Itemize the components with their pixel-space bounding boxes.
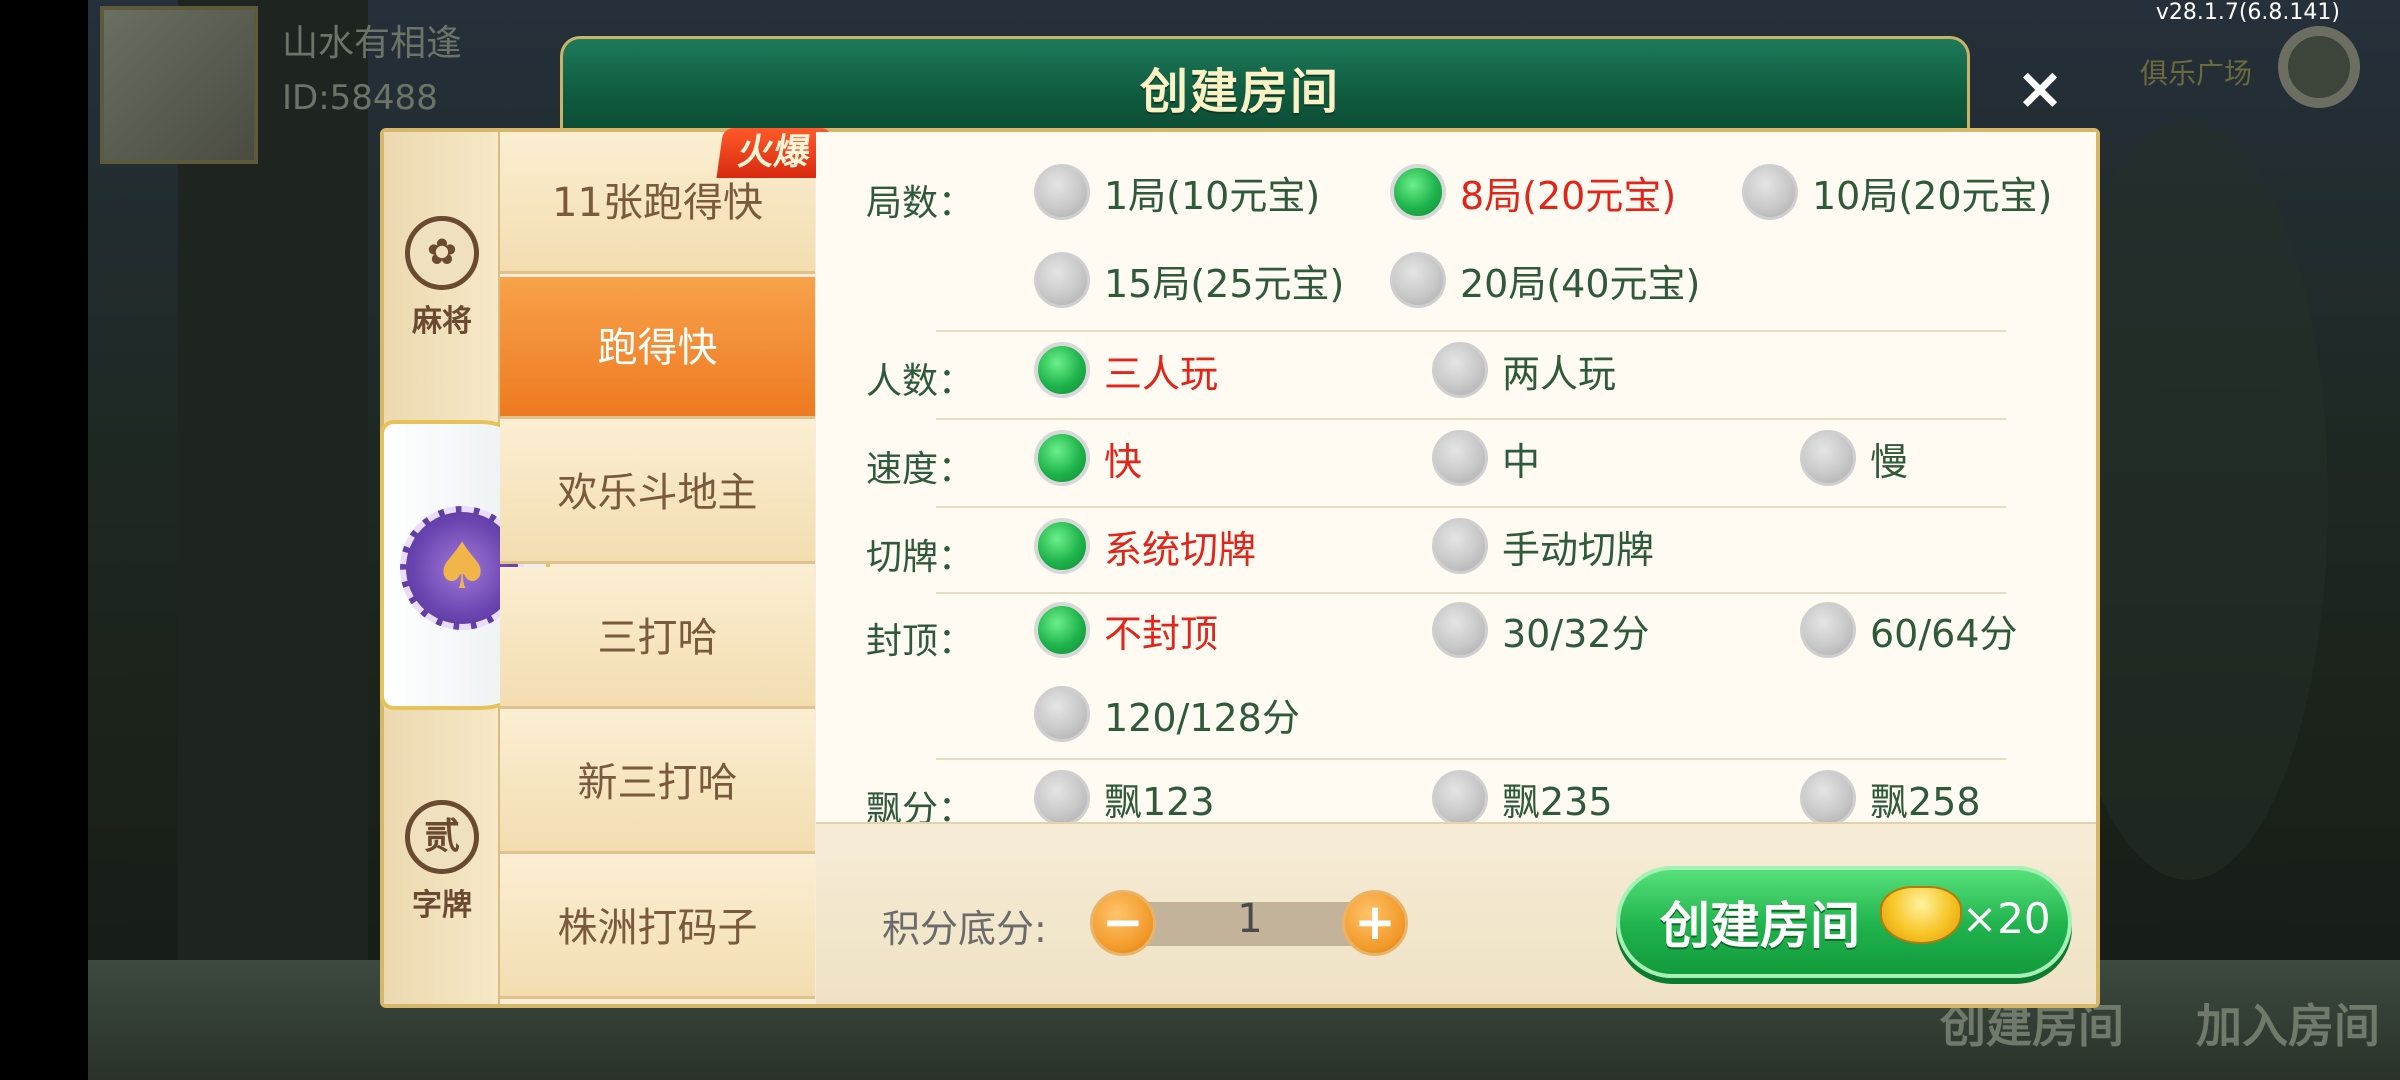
category-label: 字牌 <box>412 888 472 923</box>
option-text: 快 <box>1104 439 1143 484</box>
options-panel[interactable]: 局数： 1局(10元宝) 8局(20元宝) 10局(20元宝) 15局(25元宝… <box>816 132 2096 822</box>
option-text: 三人玩 <box>1104 351 1219 396</box>
players-label: 人数： <box>866 361 975 402</box>
option-speed-slow[interactable]: 慢 <box>1800 428 1908 488</box>
option-text: 飘123 <box>1104 779 1215 823</box>
option-rounds-15[interactable]: 15局(25元宝) <box>1034 250 1344 310</box>
option-piao-235[interactable]: 飘235 <box>1432 768 1613 822</box>
radio-button <box>1800 430 1856 486</box>
dialog-title: 创建房间 <box>1140 64 1341 120</box>
divider <box>936 418 2006 420</box>
radio-button-selected <box>1034 602 1090 658</box>
radio-button <box>1800 602 1856 658</box>
category-label: 麻将 <box>412 304 472 339</box>
avatar[interactable] <box>100 6 258 164</box>
speed-label: 速度： <box>866 449 975 490</box>
option-cut-manual[interactable]: 手动切牌 <box>1432 516 1654 576</box>
create-room-label: 创建房间 <box>1660 897 1860 955</box>
option-players-3[interactable]: 三人玩 <box>1034 340 1218 400</box>
option-text: 不封顶 <box>1104 611 1219 656</box>
option-text: 15局(25元宝) <box>1104 261 1345 306</box>
version-label: v28.1.7(6.8.141) <box>2155 0 2340 25</box>
game-item-sandaha[interactable]: 三打哈 <box>500 567 815 709</box>
divider <box>936 758 2006 760</box>
game-item-new-sandaha[interactable]: 新三打哈 <box>500 712 815 854</box>
divider <box>936 330 2006 332</box>
option-rounds-1[interactable]: 1局(10元宝) <box>1034 162 1320 222</box>
gold-ingot-icon <box>1880 886 1962 944</box>
option-text: 10局(20元宝) <box>1812 173 2053 218</box>
option-text: 两人玩 <box>1502 351 1617 396</box>
radio-button <box>1034 770 1090 822</box>
score-label: 积分底分: <box>882 907 1047 951</box>
player-id: ID:58488 <box>282 78 438 118</box>
game-item-zhuzhou-damazi[interactable]: 株洲打码子 <box>500 857 815 999</box>
option-piao-123[interactable]: 飘123 <box>1034 768 1215 822</box>
cost-label: ×20 <box>1962 894 2051 943</box>
option-speed-medium[interactable]: 中 <box>1432 428 1540 488</box>
option-text: 系统切牌 <box>1104 527 1257 572</box>
cut-label: 切牌： <box>866 537 975 578</box>
option-text: 30/32分 <box>1502 611 1650 656</box>
radio-button <box>1432 602 1488 658</box>
option-rounds-8[interactable]: 8局(20元宝) <box>1390 162 1676 222</box>
option-text: 飘235 <box>1502 779 1613 823</box>
option-text: 飘258 <box>1870 779 1981 823</box>
option-players-2[interactable]: 两人玩 <box>1432 340 1616 400</box>
option-piao-258[interactable]: 飘258 <box>1800 768 1981 822</box>
radio-button <box>1432 430 1488 486</box>
club-plaza-label: 俱乐广场 <box>2140 57 2253 90</box>
option-text: 1局(10元宝) <box>1104 173 1321 218</box>
option-text: 中 <box>1502 439 1541 484</box>
option-cap-none[interactable]: 不封顶 <box>1034 600 1218 660</box>
mahjong-icon: ✿ <box>405 216 479 290</box>
radio-button <box>1800 770 1856 822</box>
game-item-doudizhu[interactable]: 欢乐斗地主 <box>500 422 815 564</box>
option-cap-64[interactable]: 60/64分 <box>1800 600 2018 660</box>
radio-button-selected <box>1034 342 1090 398</box>
radio-button <box>1034 164 1090 220</box>
radio-button-selected <box>1034 430 1090 486</box>
close-button[interactable]: × <box>2010 58 2070 118</box>
radio-button-selected <box>1390 164 1446 220</box>
radio-button <box>1034 686 1090 742</box>
category-zipai[interactable]: 贰 字牌 <box>384 800 500 924</box>
gear-icon[interactable] <box>2278 26 2360 108</box>
option-text: 120/128分 <box>1104 695 1300 740</box>
game-list: 11张跑得快 跑得快 欢乐斗地主 三打哈 新三打哈 株洲打码子 <box>500 132 815 1004</box>
divider <box>936 506 2006 508</box>
zipai-icon: 贰 <box>405 800 479 874</box>
radio-button <box>1390 252 1446 308</box>
radio-button-selected <box>1034 518 1090 574</box>
radio-button <box>1432 770 1488 822</box>
option-cut-system[interactable]: 系统切牌 <box>1034 516 1256 576</box>
piao-label: 飘分： <box>866 789 975 822</box>
option-rounds-10[interactable]: 10局(20元宝) <box>1742 162 2052 222</box>
radio-button <box>1432 518 1488 574</box>
option-text: 手动切牌 <box>1502 527 1655 572</box>
divider <box>936 592 2006 594</box>
game-item-paodekuai[interactable]: 跑得快 <box>500 277 815 419</box>
bg-join-room-button[interactable]: 加入房间 <box>2196 990 2380 1056</box>
minus-button[interactable]: − <box>1090 890 1156 956</box>
radio-button <box>1432 342 1488 398</box>
option-text: 60/64分 <box>1870 611 2018 656</box>
score-value: 1 <box>1237 896 1263 942</box>
plus-button[interactable]: + <box>1342 890 1408 956</box>
hot-badge: 火爆 <box>716 128 832 178</box>
option-text: 8局(20元宝) <box>1460 173 1677 218</box>
cap-label: 封顶： <box>866 621 975 662</box>
option-cap-128[interactable]: 120/128分 <box>1034 684 1300 744</box>
option-text: 慢 <box>1870 439 1909 484</box>
option-speed-fast[interactable]: 快 <box>1034 428 1142 488</box>
radio-button <box>1742 164 1798 220</box>
option-cap-32[interactable]: 30/32分 <box>1432 600 1650 660</box>
player-name: 山水有相逢 <box>282 23 463 64</box>
category-mahjong[interactable]: ✿ 麻将 <box>384 216 500 340</box>
option-text: 20局(40元宝) <box>1460 261 1701 306</box>
option-rounds-20[interactable]: 20局(40元宝) <box>1390 250 1700 310</box>
radio-button <box>1034 252 1090 308</box>
rounds-label: 局数： <box>866 183 975 224</box>
